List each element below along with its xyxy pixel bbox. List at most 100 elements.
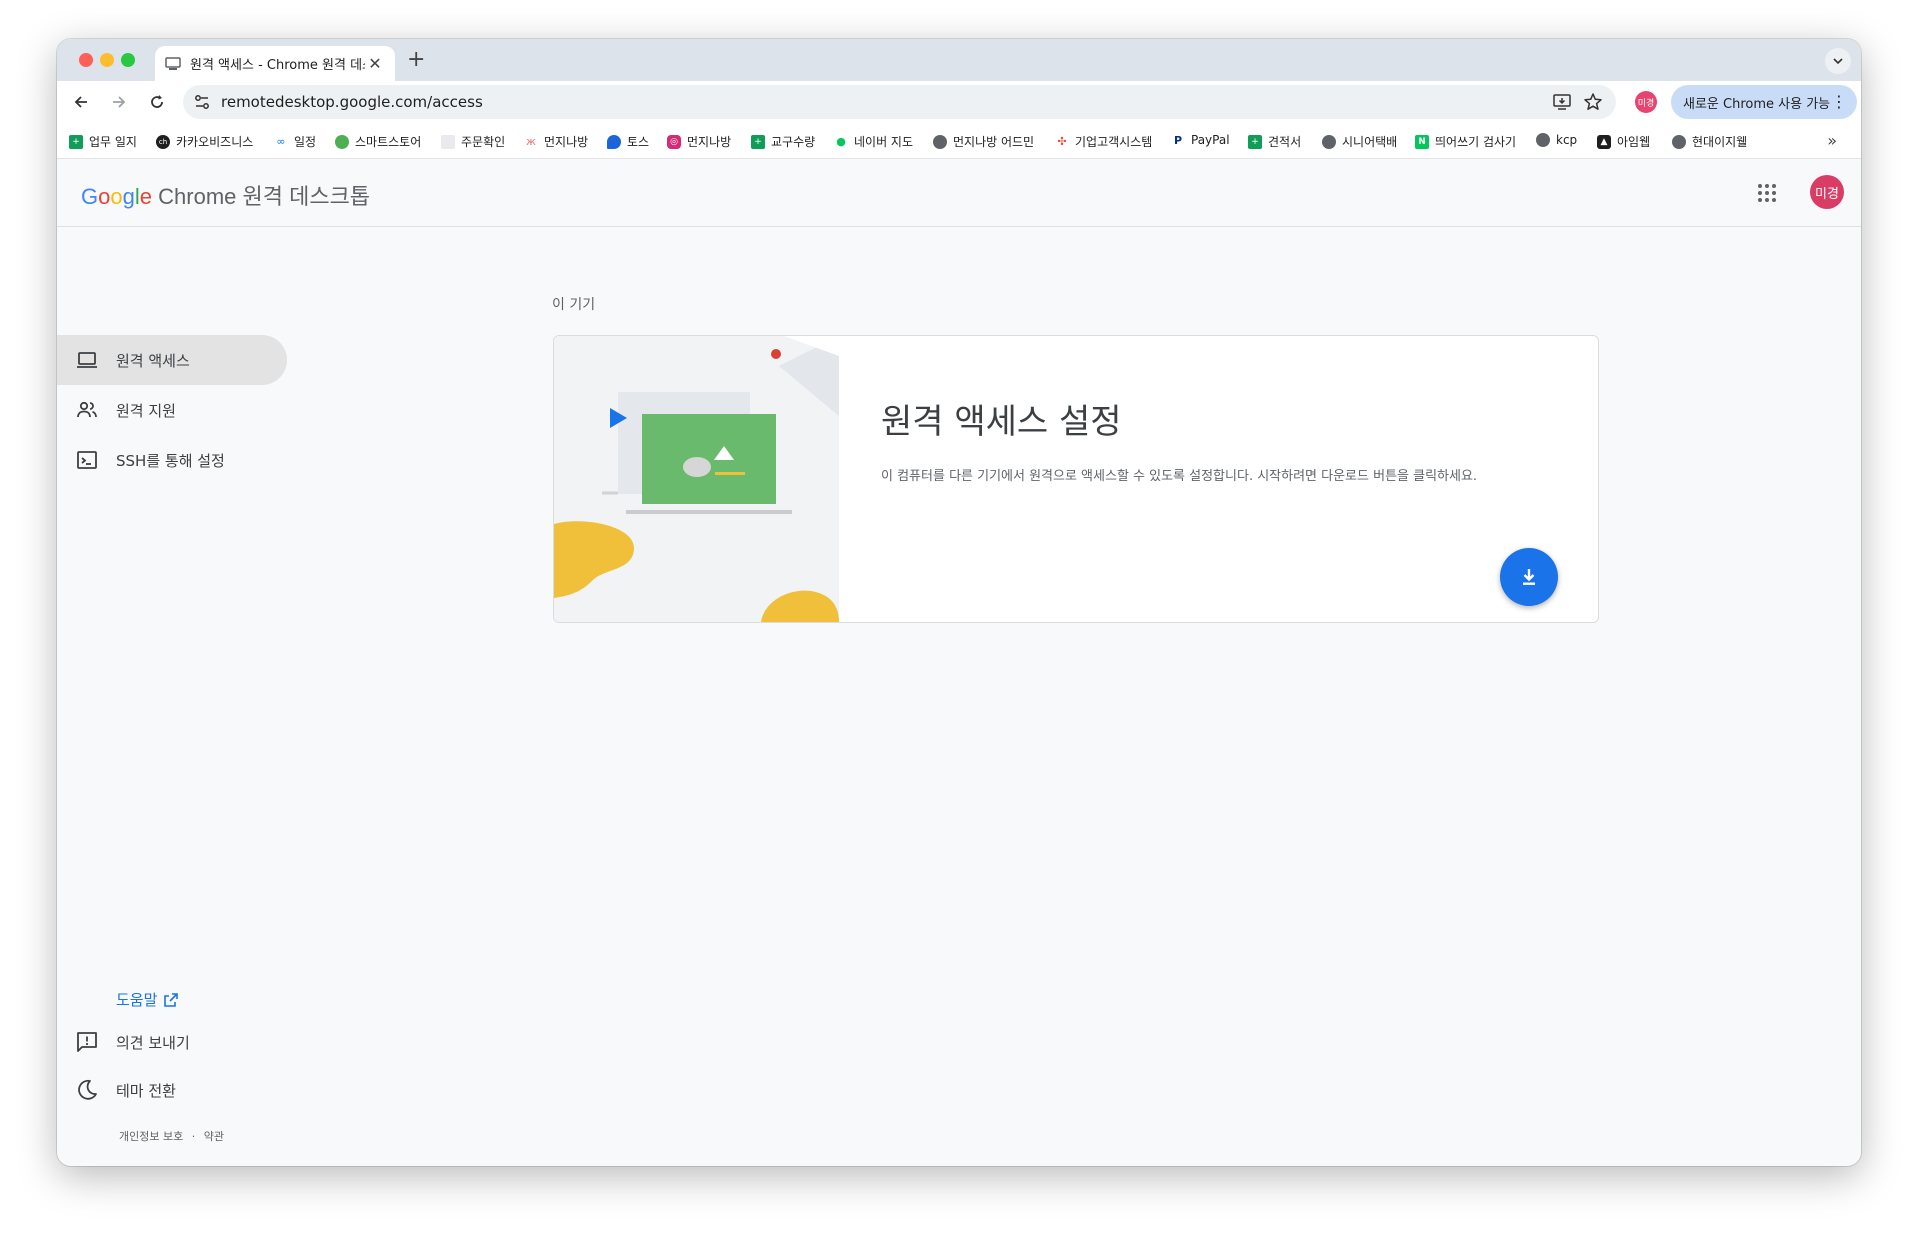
google-apps-icon[interactable] <box>1757 183 1777 203</box>
tab-close-icon[interactable]: ✕ <box>365 54 385 73</box>
url-text: remotedesktop.google.com/access <box>221 93 483 111</box>
bookmark-item[interactable]: ж 먼지나방 <box>524 133 588 150</box>
feedback-label: 의견 보내기 <box>116 1033 190 1052</box>
bookmark-star-icon[interactable] <box>1582 91 1604 113</box>
bookmark-item[interactable]: ch 카카오비즈니스 <box>156 133 253 150</box>
card-description: 이 컴퓨터를 다른 기기에서 원격으로 액세스할 수 있도록 설정합니다. 시작… <box>881 469 1478 484</box>
feedback-icon <box>77 1032 97 1052</box>
sheets-icon: + <box>751 134 765 149</box>
bookmark-item[interactable]: + 교구수량 <box>751 133 815 150</box>
legal-separator: · <box>191 1130 196 1143</box>
bookmark-item[interactable]: 토스 <box>607 133 649 150</box>
more-bookmarks-icon[interactable]: » <box>1827 131 1837 150</box>
map-pin-icon: ● <box>836 135 846 148</box>
naver-icon: N <box>1415 134 1429 149</box>
bookmark-item[interactable]: P PayPal <box>1171 133 1230 147</box>
legal-links: 개인정보 보호 · 약관 <box>119 1128 224 1144</box>
kakao-ch-icon: ch <box>156 134 170 149</box>
site-settings-icon[interactable] <box>193 93 211 111</box>
bookmark-item[interactable]: ◎ 먼지나방 <box>667 133 731 150</box>
privacy-link[interactable]: 개인정보 보호 <box>119 1130 183 1143</box>
address-bar[interactable]: remotedesktop.google.com/access <box>183 85 1616 119</box>
bookmark-item[interactable]: 스마트스토어 <box>335 133 421 150</box>
remote-desktop-page: Google Chrome 원격 데스크톱 미경 원격 액세스 원격 지원 SS… <box>57 159 1861 1166</box>
tab-strip: 원격 액세스 - Chrome 원격 데스크 ✕ + <box>57 39 1861 81</box>
setup-illustration <box>554 336 839 622</box>
help-label: 도움말 <box>116 991 158 1009</box>
sheets-icon: + <box>1248 134 1262 149</box>
card-title: 원격 액세스 설정 <box>881 402 1122 442</box>
reload-icon[interactable] <box>145 90 169 114</box>
product-name: Chrome 원격 데스크톱 <box>158 184 371 209</box>
browser-toolbar: remotedesktop.google.com/access 미경 새로운 C… <box>57 81 1861 124</box>
bookmark-item[interactable]: 시니어택배 <box>1322 133 1397 150</box>
smartstore-icon <box>335 134 349 149</box>
browser-window: 원격 액세스 - Chrome 원격 데스크 ✕ + remotedesktop… <box>57 39 1861 1166</box>
remote-desktop-favicon-icon <box>165 56 181 70</box>
bookmark-item[interactable]: ∞ 일정 <box>274 133 316 150</box>
browser-tab[interactable]: 원격 액세스 - Chrome 원격 데스크 ✕ <box>155 46 395 81</box>
people-icon <box>77 401 97 418</box>
bookmark-item[interactable]: ▲ 아임웹 <box>1597 133 1650 150</box>
moon-icon <box>78 1079 97 1100</box>
back-icon[interactable] <box>69 90 93 114</box>
sidebar-item-remote-access[interactable]: 원격 액세스 <box>57 335 287 385</box>
sheets-icon: + <box>69 134 83 149</box>
chrome-update-button[interactable]: 새로운 Chrome 사용 가능 ⋮ <box>1671 85 1857 119</box>
bookmark-item[interactable]: N 띄어쓰기 검사기 <box>1415 133 1516 150</box>
sidebar-item-ssh-setup[interactable]: SSH를 통해 설정 <box>57 435 287 485</box>
pinwheel-icon: ✣ <box>1057 135 1067 148</box>
bookmark-item[interactable]: 현대이지웰 <box>1672 133 1747 150</box>
tab-title: 원격 액세스 - Chrome 원격 데스크 <box>190 58 365 73</box>
tab-search-icon[interactable] <box>1825 48 1851 74</box>
instagram-icon: ◎ <box>667 134 681 149</box>
app-logo[interactable]: Google Chrome 원격 데스크톱 <box>81 179 370 211</box>
install-app-icon[interactable] <box>1552 92 1572 112</box>
sidebar-item-label: 원격 지원 <box>116 401 176 420</box>
page-icon <box>441 134 455 149</box>
bookmark-item[interactable]: ● 네이버 지도 <box>834 133 913 150</box>
meta-icon: ∞ <box>276 135 286 148</box>
help-link[interactable]: 도움말 <box>116 989 179 1010</box>
bookmark-item[interactable]: 주문확인 <box>441 133 505 150</box>
theme-label: 테마 전환 <box>116 1081 176 1100</box>
bookmark-item[interactable]: + 업무 일지 <box>69 133 137 150</box>
bookmark-item[interactable]: 먼지나방 어드민 <box>933 133 1034 150</box>
send-feedback-item[interactable]: 의견 보내기 <box>57 1022 287 1062</box>
download-icon <box>1523 569 1535 585</box>
minimize-window-button[interactable] <box>100 53 114 67</box>
profile-avatar[interactable]: 미경 <box>1635 91 1657 113</box>
external-link-icon <box>164 992 179 1007</box>
download-button[interactable] <box>1500 548 1558 606</box>
butterfly-icon: ж <box>526 135 536 148</box>
remote-access-setup-card: 원격 액세스 설정 이 컴퓨터를 다른 기기에서 원격으로 액세스할 수 있도록… <box>553 335 1599 623</box>
bookmark-item[interactable]: kcp <box>1536 133 1577 147</box>
toss-icon <box>607 134 621 149</box>
laptop-icon <box>77 352 97 368</box>
terminal-icon <box>77 451 97 469</box>
globe-icon <box>1672 134 1686 149</box>
bookmark-item[interactable]: ✣ 기업고객시스템 <box>1055 133 1152 150</box>
imweb-icon: ▲ <box>1597 134 1611 149</box>
terms-link[interactable]: 약관 <box>204 1130 224 1143</box>
globe-icon <box>933 134 947 149</box>
app-header: Google Chrome 원격 데스크톱 미경 <box>57 159 1861 227</box>
globe-icon <box>1536 133 1550 147</box>
maximize-window-button[interactable] <box>121 53 135 67</box>
sidebar-item-label: 원격 액세스 <box>116 351 190 370</box>
forward-icon[interactable] <box>107 90 131 114</box>
google-wordmark: Google <box>81 184 153 209</box>
update-label: 새로운 Chrome 사용 가능 <box>1683 96 1831 112</box>
new-tab-icon[interactable]: + <box>407 47 425 72</box>
bookmark-item[interactable]: + 견적서 <box>1248 133 1301 150</box>
theme-toggle-item[interactable]: 테마 전환 <box>57 1070 287 1110</box>
account-avatar[interactable]: 미경 <box>1810 175 1844 209</box>
more-menu-icon[interactable]: ⋮ <box>1831 93 1847 111</box>
sidebar-item-remote-support[interactable]: 원격 지원 <box>57 385 287 435</box>
globe-icon <box>1322 134 1336 149</box>
paypal-icon: P <box>1173 133 1183 147</box>
sidebar-item-label: SSH를 통해 설정 <box>116 451 225 470</box>
close-window-button[interactable] <box>79 53 93 67</box>
bookmarks-bar: + 업무 일지 ch 카카오비즈니스 ∞ 일정 스마트스토어 주문확인 ж 먼지나방 토… <box>57 124 1861 159</box>
section-title: 이 기기 <box>552 297 596 313</box>
